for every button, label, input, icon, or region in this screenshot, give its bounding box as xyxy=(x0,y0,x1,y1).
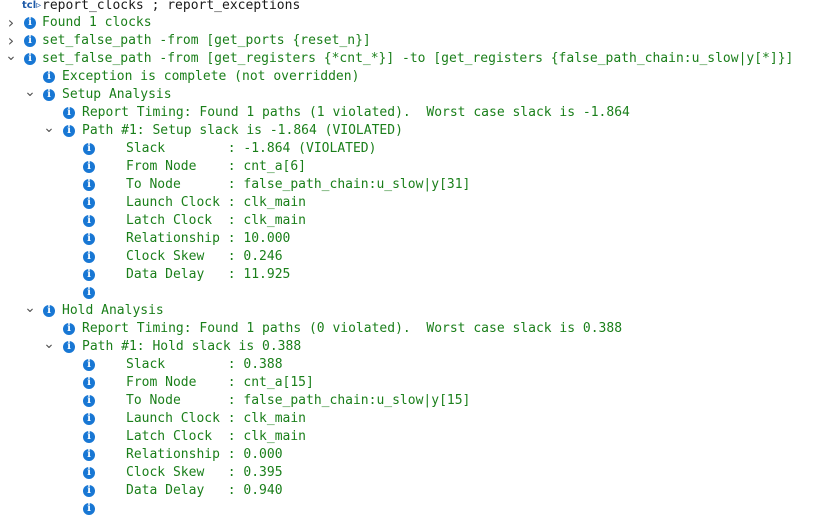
row-text: Launch Clock : clk_main xyxy=(126,195,307,210)
row-text: Path #1: Hold slack is 0.388 xyxy=(82,339,302,354)
info-icon: i xyxy=(83,503,95,515)
row-text: To Node : false_path_chain:u_slow|y[15] xyxy=(126,393,471,408)
chevron-down-icon[interactable]: ⌄ xyxy=(23,85,37,104)
info-icon: i xyxy=(43,305,55,317)
row-text: Relationship : 10.000 xyxy=(126,231,291,246)
chevron-down-icon[interactable]: ⌄ xyxy=(4,49,18,68)
info-icon: i xyxy=(24,17,36,29)
info-icon: i xyxy=(83,359,95,371)
tree-row[interactable]: › i Found 1 clocks xyxy=(0,14,833,32)
chevron-down-icon[interactable]: ⌄ xyxy=(23,301,37,320)
info-icon: i xyxy=(63,323,75,335)
info-icon: i xyxy=(83,179,95,191)
row-text: Exception is complete (not overridden) xyxy=(62,69,360,84)
info-icon: i xyxy=(24,35,36,47)
info-icon: i xyxy=(24,53,36,65)
row-text: To Node : false_path_chain:u_slow|y[31] xyxy=(126,177,471,192)
row-text: Clock Skew : 0.246 xyxy=(126,249,283,264)
tree-row: i Report Timing: Found 1 paths (0 violate… xyxy=(0,320,833,338)
info-icon: i xyxy=(83,395,95,407)
tree-row: i From Node : cnt_a[15] xyxy=(0,374,833,392)
tree-row: i Data Delay : 0.940 xyxy=(0,482,833,500)
tree-row: i Slack : -1.864 (VIOLATED) xyxy=(0,140,833,158)
info-icon: i xyxy=(63,341,75,353)
row-text: Report Timing: Found 1 paths (0 violated… xyxy=(82,321,623,336)
tree-row: i Latch Clock : clk_main xyxy=(0,428,833,446)
tree-row: i To Node : false_path_chain:u_slow|y[31] xyxy=(0,176,833,194)
info-icon: i xyxy=(83,233,95,245)
tree-row[interactable]: ⌄ i Setup Analysis xyxy=(0,85,833,104)
info-icon: i xyxy=(83,449,95,461)
row-text: Setup Analysis xyxy=(62,87,172,102)
tcl-console: tcl▹ report_clocks ; report_exceptions ›… xyxy=(0,0,833,516)
row-text: Latch Clock : clk_main xyxy=(126,429,307,444)
info-icon: i xyxy=(63,125,75,137)
info-icon: i xyxy=(83,413,95,425)
row-text: Hold Analysis xyxy=(62,303,164,318)
row-text: Found 1 clocks xyxy=(42,15,152,30)
info-icon: i xyxy=(63,107,75,119)
tree-row: i Data Delay : 11.925 xyxy=(0,266,833,284)
info-icon: i xyxy=(83,377,95,389)
tree-row: i Exception is complete (not overridden) xyxy=(0,68,833,86)
tree-row[interactable]: › i set_false_path -from [get_ports {reset… xyxy=(0,32,833,50)
command-text: report_clocks ; report_exceptions xyxy=(42,0,301,13)
info-icon: i xyxy=(83,287,95,299)
tree-row: i Clock Skew : 0.395 xyxy=(0,464,833,482)
row-text: Report Timing: Found 1 paths (1 violated… xyxy=(82,105,630,120)
tree-row[interactable]: ⌄ i Hold Analysis xyxy=(0,301,833,320)
tree-row: i Report Timing: Found 1 paths (1 violate… xyxy=(0,104,833,122)
tree-row: i Relationship : 0.000 xyxy=(0,446,833,464)
row-text: Slack : 0.388 xyxy=(126,357,283,372)
tree-row: i xyxy=(0,500,833,518)
row-text: From Node : cnt_a[15] xyxy=(126,375,314,390)
info-icon: i xyxy=(83,269,95,281)
info-icon: i xyxy=(83,143,95,155)
tree-row[interactable]: ⌄ i set_false_path -from [get_registers {*… xyxy=(0,49,833,68)
info-icon: i xyxy=(83,431,95,443)
tree-row: i Launch Clock : clk_main xyxy=(0,194,833,212)
info-icon: i xyxy=(83,251,95,263)
row-text: Data Delay : 0.940 xyxy=(126,483,283,498)
chevron-down-icon[interactable]: ⌄ xyxy=(42,337,56,356)
tree-row: i xyxy=(0,284,833,302)
row-text: From Node : cnt_a[6] xyxy=(126,159,307,174)
row-text: Latch Clock : clk_main xyxy=(126,213,307,228)
info-icon: i xyxy=(83,215,95,227)
tree-row: i To Node : false_path_chain:u_slow|y[15] xyxy=(0,392,833,410)
tree-row[interactable]: ⌄ i Path #1: Setup slack is -1.864 (VIOLAT… xyxy=(0,121,833,140)
row-text: set_false_path -from [get_ports {reset_n… xyxy=(42,33,371,48)
info-icon: i xyxy=(43,89,55,101)
chevron-down-icon[interactable]: ⌄ xyxy=(42,121,56,140)
info-icon: i xyxy=(83,161,95,173)
tree-row: i From Node : cnt_a[6] xyxy=(0,158,833,176)
row-text: Launch Clock : clk_main xyxy=(126,411,307,426)
tree-row: i Relationship : 10.000 xyxy=(0,230,833,248)
tree-row: i Launch Clock : clk_main xyxy=(0,410,833,428)
row-text: Slack : -1.864 (VIOLATED) xyxy=(126,141,377,156)
row-text: Relationship : 0.000 xyxy=(126,447,283,462)
info-icon: i xyxy=(43,71,55,83)
info-icon: i xyxy=(83,197,95,209)
row-text: Data Delay : 11.925 xyxy=(126,267,291,282)
tree-row: i Latch Clock : clk_main xyxy=(0,212,833,230)
row-text: Clock Skew : 0.395 xyxy=(126,465,283,480)
tcl-prompt-icon: tcl▹ xyxy=(22,0,42,11)
tree-row: i Clock Skew : 0.246 xyxy=(0,248,833,266)
row-text: Path #1: Setup slack is -1.864 (VIOLATED… xyxy=(82,123,403,138)
row-text: set_false_path -from [get_registers {*cn… xyxy=(42,51,794,66)
info-icon: i xyxy=(83,485,95,497)
tree-row[interactable]: ⌄ i Path #1: Hold slack is 0.388 xyxy=(0,337,833,356)
tree-row: i Slack : 0.388 xyxy=(0,356,833,374)
info-icon: i xyxy=(83,467,95,479)
chevron-right-icon[interactable]: › xyxy=(4,14,18,32)
